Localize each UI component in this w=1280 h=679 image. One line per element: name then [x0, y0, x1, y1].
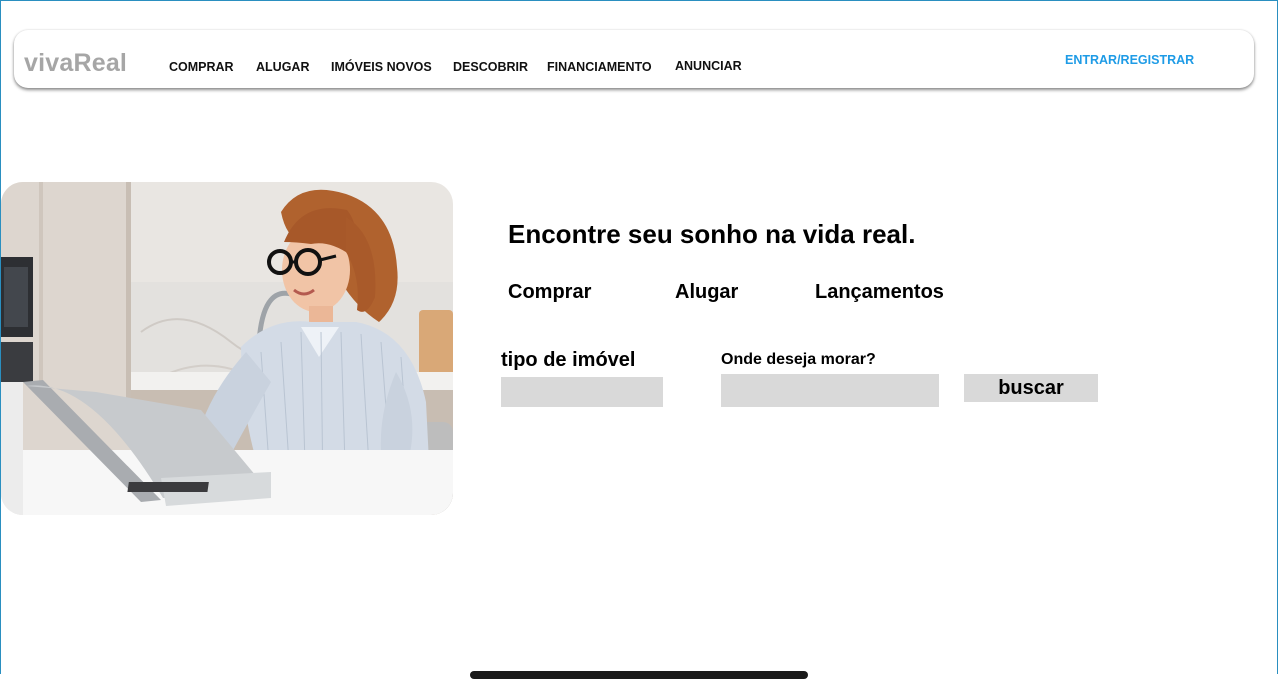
nav-anunciar[interactable]: ANUNCIAR	[675, 59, 742, 73]
tab-lancamentos[interactable]: Lançamentos	[815, 281, 944, 304]
nav-imoveis-novos[interactable]: IMÓVEIS NOVOS	[331, 60, 432, 74]
nav-comprar[interactable]: COMPRAR	[169, 60, 234, 74]
hero-photo	[1, 182, 453, 515]
property-type-label: tipo de imóvel	[501, 349, 636, 371]
woman-laptop-icon	[1, 182, 453, 515]
nav-alugar[interactable]: ALUGAR	[256, 60, 309, 74]
page-headline: Encontre seu sonho na vida real.	[508, 219, 916, 249]
search-button[interactable]: buscar	[964, 374, 1098, 402]
scroll-indicator	[470, 671, 808, 679]
location-input[interactable]	[721, 374, 939, 407]
login-register-link[interactable]: ENTRAR/REGISTRAR	[1065, 53, 1194, 67]
top-navbar: vivaReal COMPRAR ALUGAR IMÓVEIS NOVOS DE…	[14, 30, 1254, 88]
logo[interactable]: vivaReal	[24, 49, 127, 78]
nav-descobrir[interactable]: DESCOBRIR	[453, 60, 528, 74]
tab-comprar[interactable]: Comprar	[508, 281, 591, 304]
nav-financiamento[interactable]: FINANCIAMENTO	[547, 60, 652, 74]
property-type-input[interactable]	[501, 377, 663, 407]
tab-alugar[interactable]: Alugar	[675, 281, 738, 304]
location-label: Onde deseja morar?	[721, 351, 876, 368]
